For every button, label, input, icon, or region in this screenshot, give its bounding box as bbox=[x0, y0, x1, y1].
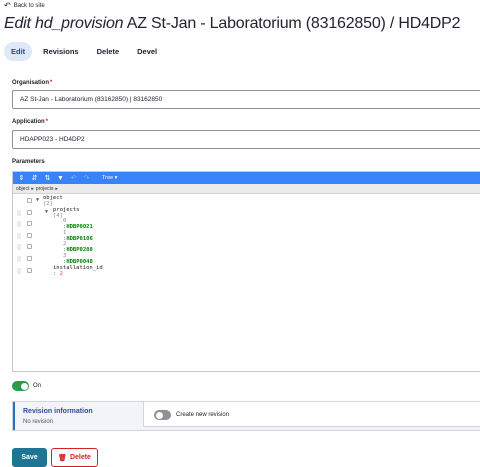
required-marker: * bbox=[50, 80, 53, 86]
title-prefix: Edit bbox=[4, 15, 31, 32]
published-toggle[interactable] bbox=[12, 381, 29, 391]
application-label-text: Application bbox=[12, 119, 45, 125]
json-editor[interactable]: ⇕ ⇵ ⇅ ▼ ↶ ↷ Tree ▾ object ▸ projects ▸ ▼… bbox=[12, 171, 480, 372]
context-menu-button[interactable] bbox=[27, 198, 32, 203]
drag-handle-icon[interactable] bbox=[17, 233, 21, 239]
application-label: Application* bbox=[12, 119, 48, 125]
create-new-revision-label: Create new revision bbox=[176, 412, 230, 418]
context-menu-button[interactable] bbox=[27, 244, 32, 249]
tree-key-root: object {2} bbox=[43, 195, 63, 207]
breadcrumb-arrow-icon: ▸ bbox=[31, 185, 34, 192]
revision-title[interactable]: Revision information bbox=[23, 408, 93, 415]
tab-edit[interactable]: Edit bbox=[4, 42, 33, 61]
title-rest: AZ St-Jan - Laboratorium (83162850) / HD… bbox=[126, 15, 461, 32]
drag-handle-icon[interactable] bbox=[17, 256, 21, 262]
tree-item: 2 :HDBP0208 bbox=[63, 241, 93, 253]
drag-handle-icon[interactable] bbox=[17, 244, 21, 250]
context-menu-button[interactable] bbox=[27, 256, 32, 261]
context-menu-button[interactable] bbox=[27, 210, 32, 215]
context-menu-button[interactable] bbox=[27, 221, 32, 226]
trash-icon: 🗑 bbox=[58, 454, 67, 462]
title-entity: hd_provision bbox=[35, 15, 124, 32]
organisation-label-text: Organisation bbox=[12, 80, 50, 86]
breadcrumb-projects[interactable]: projects bbox=[36, 186, 54, 192]
breadcrumb-object[interactable]: object bbox=[16, 186, 29, 192]
back-to-site-label: Back to site bbox=[13, 3, 45, 9]
redo-icon[interactable]: ↷ bbox=[81, 173, 92, 183]
drag-handle-icon[interactable] bbox=[17, 221, 21, 227]
collapse-all-icon[interactable]: ⇵ bbox=[29, 173, 40, 183]
back-to-site-link[interactable]: ↶ Back to site bbox=[4, 1, 45, 10]
mode-selector[interactable]: Tree ▾ bbox=[102, 175, 117, 181]
expand-all-icon[interactable]: ⇕ bbox=[16, 173, 27, 183]
root-count: {2} bbox=[43, 201, 53, 207]
application-field[interactable]: HDAPP023 - HD4DP2 bbox=[12, 130, 480, 149]
revision-panel: Create new revision bbox=[143, 402, 480, 427]
context-menu-button[interactable] bbox=[27, 268, 32, 273]
drag-handle-icon[interactable] bbox=[17, 210, 21, 216]
published-label: On bbox=[33, 383, 42, 389]
projects-count: [4] bbox=[53, 213, 63, 219]
page-title: Edit hd_provision AZ St-Jan - Laboratori… bbox=[4, 15, 461, 33]
tab-delete[interactable]: Delete bbox=[90, 42, 127, 61]
delete-button-label: Delete bbox=[69, 454, 91, 461]
tab-revisions[interactable]: Revisions bbox=[36, 42, 85, 61]
tree-item: 3 :HDBP0048 bbox=[63, 253, 93, 265]
revision-summary: No revision bbox=[23, 419, 54, 425]
required-marker: * bbox=[45, 119, 49, 125]
create-new-revision-toggle[interactable] bbox=[154, 410, 171, 420]
json-editor-navigation-bar: object ▸ projects ▸ bbox=[13, 184, 480, 194]
tree-item: 0 :HDBP0021 bbox=[63, 218, 93, 230]
drag-handle-icon[interactable] bbox=[17, 268, 21, 274]
parameters-label: Parameters bbox=[12, 159, 45, 165]
context-menu-button[interactable] bbox=[27, 233, 32, 238]
save-button[interactable]: Save bbox=[12, 448, 47, 467]
revision-information-section: Revision information No revision Create … bbox=[12, 401, 480, 431]
delete-button[interactable]: 🗑 Delete bbox=[51, 448, 98, 467]
json-editor-menu: ⇕ ⇵ ⇅ ▼ ↶ ↷ Tree ▾ bbox=[13, 172, 480, 184]
sort-icon[interactable]: ⇅ bbox=[42, 173, 53, 183]
collapse-toggle-icon[interactable]: ▼ bbox=[36, 197, 39, 203]
collapse-toggle-icon[interactable]: ▼ bbox=[45, 209, 48, 215]
filter-icon[interactable]: ▼ bbox=[55, 173, 66, 183]
breadcrumb-arrow-icon: ▸ bbox=[55, 185, 58, 192]
organisation-field[interactable]: AZ St-Jan - Laboratorium (83162850) | 83… bbox=[12, 90, 480, 109]
local-tasks-tabs: Edit Revisions Delete Devel bbox=[4, 42, 164, 61]
tree-key-installation-id: installation_id : 2 bbox=[53, 265, 103, 277]
organisation-label: Organisation* bbox=[12, 80, 52, 86]
revision-accent-bar bbox=[13, 402, 15, 430]
installation-value[interactable]: 2 bbox=[60, 271, 63, 277]
arrow-left-icon: ↶ bbox=[4, 1, 11, 10]
undo-icon[interactable]: ↶ bbox=[68, 173, 79, 183]
tab-devel[interactable]: Devel bbox=[130, 42, 164, 61]
